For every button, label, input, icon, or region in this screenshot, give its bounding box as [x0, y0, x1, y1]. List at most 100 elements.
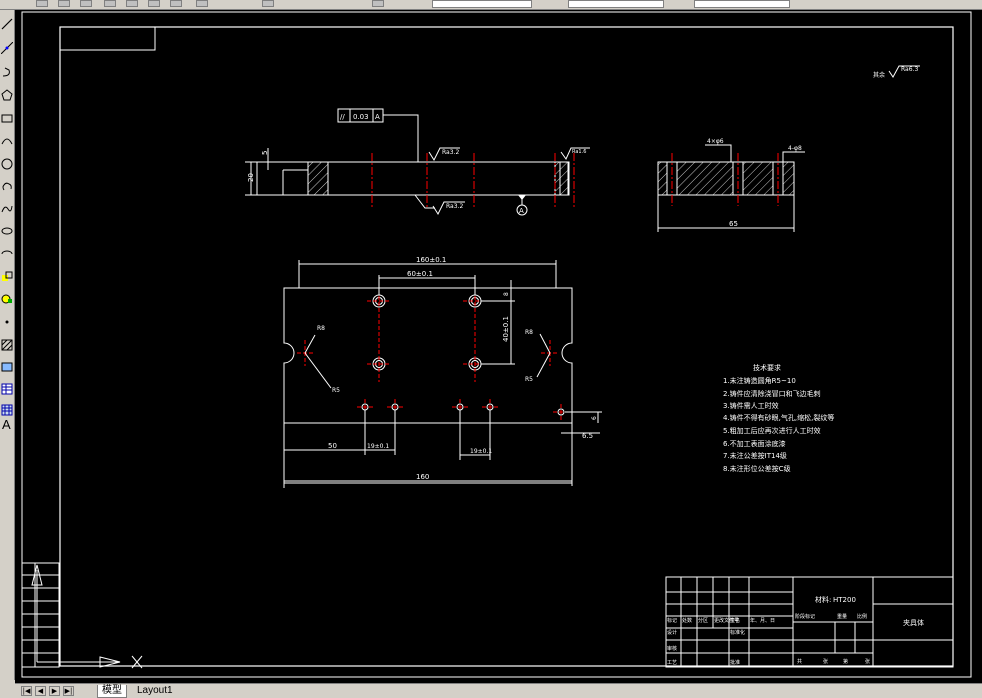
- svg-text:19±0.1: 19±0.1: [470, 448, 492, 455]
- zoom-icon[interactable]: [196, 0, 208, 7]
- svg-text:2.铸件应清除浇冒口和飞边毛刺: 2.铸件应清除浇冒口和飞边毛刺: [723, 389, 821, 398]
- svg-text:标记: 标记: [667, 617, 677, 624]
- svg-text:3.铸件需人工时效: 3.铸件需人工时效: [723, 401, 779, 410]
- svg-text:技术要求: 技术要求: [753, 363, 781, 372]
- svg-text:阶段标记: 阶段标记: [795, 613, 815, 620]
- point-icon[interactable]: [1, 316, 13, 328]
- new-file-icon[interactable]: [36, 0, 48, 7]
- first-tab-button[interactable]: |◀: [21, 686, 32, 696]
- layer-icon[interactable]: [372, 0, 384, 7]
- open-icon[interactable]: [58, 0, 70, 7]
- svg-text://: //: [340, 113, 345, 121]
- side-section-view: 65 4×φ6 4-φ8: [657, 138, 805, 232]
- svg-text:8: 8: [503, 292, 510, 296]
- svg-text:标准化: 标准化: [730, 629, 745, 636]
- pan-icon[interactable]: [170, 0, 182, 7]
- next-tab-button[interactable]: ▶: [49, 686, 60, 696]
- lineweight-dropdown[interactable]: [694, 0, 790, 8]
- undo-icon[interactable]: [126, 0, 138, 7]
- svg-text:处数: 处数: [682, 617, 692, 624]
- svg-text:40±0.1: 40±0.1: [502, 316, 510, 342]
- svg-text:材料:: 材料:: [815, 595, 831, 604]
- tab-model[interactable]: 模型: [97, 685, 127, 698]
- svg-text:张: 张: [823, 658, 828, 665]
- svg-text:年、月、日: 年、月、日: [750, 617, 775, 624]
- table-icon[interactable]: [1, 383, 13, 395]
- svg-text:0.03: 0.03: [353, 113, 369, 121]
- svg-text:Ra1.6: Ra1.6: [572, 149, 586, 155]
- svg-text:R5: R5: [332, 387, 340, 394]
- svg-text:比例: 比例: [857, 613, 867, 620]
- top-section-view: 20 5 // 0.03 A Ra3.2 Ra3.2 A Ra1.6: [245, 108, 590, 216]
- svg-text:重量: 重量: [837, 613, 847, 620]
- svg-text:Ra3.2: Ra3.2: [446, 203, 463, 210]
- svg-text:8.未注形位公差按C级: 8.未注形位公差按C级: [723, 464, 791, 473]
- arc-icon[interactable]: [1, 134, 13, 146]
- svg-text:工艺: 工艺: [667, 660, 677, 666]
- svg-text:4-φ8: 4-φ8: [788, 145, 802, 152]
- technical-requirements: 技术要求 1.未注铸造圆角R5~10 2.铸件应清除浇冒口和飞边毛刺 3.铸件需…: [723, 363, 834, 473]
- standard-toolbar: [0, 0, 982, 10]
- title-block-text: 材料: HT200 夹具体 标记 处数 分区 更改文件号 签名 年、月、日 设计…: [667, 595, 924, 666]
- svg-text:19±0.1: 19±0.1: [367, 443, 389, 450]
- layout-tab-bar: |◀ ◀ ▶ ▶| 模型 Layout1: [15, 683, 982, 698]
- svg-text:A: A: [519, 207, 524, 215]
- make-block-icon[interactable]: [1, 293, 13, 305]
- line-icon[interactable]: [1, 18, 13, 30]
- svg-text:HT200: HT200: [833, 596, 856, 604]
- rectangle-icon[interactable]: [1, 112, 13, 124]
- svg-text:R8: R8: [525, 329, 533, 336]
- svg-text:7.未注公差按IT14级: 7.未注公差按IT14级: [723, 451, 787, 460]
- svg-text:夹具体: 夹具体: [903, 618, 924, 627]
- svg-text:20: 20: [247, 173, 255, 182]
- svg-text:160±0.1: 160±0.1: [416, 256, 446, 264]
- svg-text:批准: 批准: [730, 659, 740, 666]
- polygon-icon[interactable]: [1, 89, 13, 101]
- svg-text:65: 65: [729, 220, 738, 228]
- svg-text:5: 5: [261, 151, 269, 155]
- tab-layout1[interactable]: Layout1: [133, 685, 177, 697]
- prev-tab-button[interactable]: ◀: [35, 686, 46, 696]
- redo-icon[interactable]: [148, 0, 160, 7]
- multiline-text-icon[interactable]: A: [2, 417, 11, 432]
- svg-text:分区: 分区: [698, 617, 708, 624]
- region-icon[interactable]: [1, 361, 13, 373]
- svg-text:第: 第: [843, 658, 848, 665]
- svg-text:5.粗加工后应再次进行人工时效: 5.粗加工后应再次进行人工时效: [723, 426, 821, 435]
- polyline-icon[interactable]: [1, 66, 13, 78]
- save-icon[interactable]: [80, 0, 92, 7]
- ellipse-arc-icon[interactable]: [1, 248, 13, 260]
- ellipse-icon[interactable]: [1, 225, 13, 237]
- hatch-icon[interactable]: [1, 339, 13, 351]
- svg-text:4.铸件不得有砂眼,气孔,缩松,裂纹等: 4.铸件不得有砂眼,气孔,缩松,裂纹等: [723, 413, 834, 422]
- rest-roughness-note: 其余 Ra6.3: [873, 65, 920, 79]
- svg-text:1.未注铸造圆角R5~10: 1.未注铸造圆角R5~10: [723, 376, 796, 385]
- drawing-canvas[interactable]: 其余 Ra6.3 20 5 // 0.03 A Ra3.2 Ra3.2 A Ra…: [15, 10, 982, 683]
- plan-view: 160±0.1 60±0.1 40±0.1 8 R8 R5 R8 R5 50 1…: [283, 256, 602, 488]
- print-icon[interactable]: [104, 0, 116, 7]
- layer-dropdown[interactable]: [432, 0, 532, 8]
- svg-text:张: 张: [865, 658, 870, 665]
- svg-text:R8: R8: [317, 325, 325, 332]
- svg-text:设计: 设计: [667, 629, 677, 636]
- properties-icon[interactable]: [262, 0, 274, 7]
- svg-text:A: A: [375, 113, 380, 121]
- svg-text:审核: 审核: [667, 645, 677, 652]
- linetype-dropdown[interactable]: [568, 0, 664, 8]
- svg-text:60±0.1: 60±0.1: [407, 270, 433, 278]
- spline-icon[interactable]: [1, 203, 13, 215]
- svg-text:Ra3.2: Ra3.2: [442, 149, 459, 156]
- svg-text:签名: 签名: [730, 617, 740, 624]
- last-tab-button[interactable]: ▶|: [63, 686, 74, 696]
- svg-text:共: 共: [797, 658, 802, 665]
- svg-text:160: 160: [416, 473, 429, 481]
- svg-text:R5: R5: [525, 376, 533, 383]
- circle-icon[interactable]: [1, 158, 13, 170]
- svg-text:6.不加工表面涂底漆: 6.不加工表面涂底漆: [723, 439, 786, 448]
- svg-text:6: 6: [591, 416, 598, 420]
- construction-line-icon[interactable]: [1, 42, 13, 54]
- drawing-frame: [59, 26, 954, 667]
- revision-cloud-icon[interactable]: [1, 181, 13, 193]
- insert-block-icon[interactable]: [1, 271, 13, 283]
- table-grid-icon[interactable]: [1, 404, 13, 416]
